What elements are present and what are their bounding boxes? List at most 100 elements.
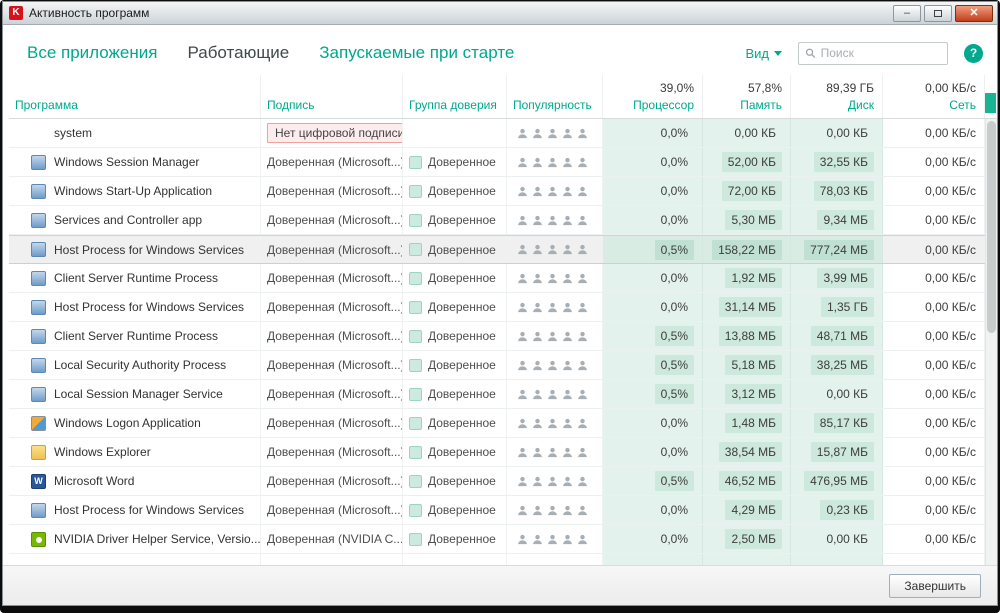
trust-label: Доверенное: [428, 329, 496, 343]
column-header-signature[interactable]: Подпись: [261, 75, 403, 118]
table-row[interactable]: W Microsoft Word Доверенная (Microsoft..…: [9, 467, 985, 496]
trust-label: Доверенное: [428, 387, 496, 401]
column-header-memory[interactable]: 57,8% Память: [703, 75, 791, 118]
person-icon: [517, 215, 528, 226]
cpu-cell: 0,0%: [603, 177, 703, 205]
tab-run-at-startup[interactable]: Запускаемые при старте: [319, 43, 514, 63]
table-row[interactable]: Services and Controller app Доверенная (…: [9, 206, 985, 235]
person-icon: [547, 273, 558, 284]
network-cell: 0,00 КБ/с: [883, 264, 985, 292]
program-cell: Services and Controller app: [9, 206, 261, 234]
table-row[interactable]: Host Process for Windows Services Довере…: [9, 496, 985, 525]
tab-all-applications[interactable]: Все приложения: [27, 43, 157, 63]
network-value: 0,00 КБ/с: [925, 358, 976, 372]
cpu-value: 0,5%: [655, 355, 694, 375]
person-icon: [547, 476, 558, 487]
app-icon: W: [31, 474, 46, 489]
title-bar[interactable]: K Активность программ – ✕: [3, 2, 997, 25]
scrollbar-thumb[interactable]: [987, 121, 996, 333]
network-value: 0,00 КБ/с: [925, 126, 976, 140]
program-name: Client Server Runtime Process: [54, 271, 218, 285]
column-header-popularity[interactable]: Популярность: [507, 75, 603, 118]
memory-cell: 5,18 МБ: [703, 351, 791, 379]
disk-value: 9,34 МБ: [817, 210, 874, 230]
search-box[interactable]: [798, 42, 948, 65]
person-icon: [562, 128, 573, 139]
cpu-value: 0,5%: [655, 471, 694, 491]
trust-group-cell: Доверенное: [403, 438, 507, 466]
person-icon: [577, 505, 588, 516]
table-row[interactable]: Windows Session Manager Доверенная (Micr…: [9, 148, 985, 177]
signature-cell: Доверенная (Microsoft...): [261, 264, 403, 292]
table-row[interactable]: Local Security Authority Process Доверен…: [9, 351, 985, 380]
popularity-cell: [507, 496, 603, 524]
cpu-value: 0,5%: [655, 384, 694, 404]
signature-text: Доверенная (Microsoft...): [267, 503, 403, 517]
trust-checkbox-icon: [409, 301, 422, 314]
help-button[interactable]: ?: [964, 44, 983, 63]
table-row[interactable]: Windows Start-Up Application Доверенная …: [9, 177, 985, 206]
disk-cell: 476,95 МБ: [791, 467, 883, 495]
trust-checkbox-icon: [409, 243, 422, 256]
person-icon: [532, 215, 543, 226]
memory-value: 5,30 МБ: [725, 210, 782, 230]
cpu-value: 0,0%: [655, 529, 694, 549]
disk-value: 0,23 КБ: [820, 500, 874, 520]
signature-cell: Доверенная (Microsoft...): [261, 177, 403, 205]
person-icon: [517, 476, 528, 487]
signature-text: Доверенная (Microsoft...): [267, 358, 403, 372]
column-header-network[interactable]: 0,00 КБ/с Сеть: [883, 75, 985, 118]
popularity-cell: [507, 264, 603, 292]
cpu-cell: 0,0%: [603, 496, 703, 524]
person-icon: [562, 302, 573, 313]
minimize-button[interactable]: –: [893, 5, 921, 22]
network-cell: 0,00 КБ/с: [883, 496, 985, 524]
trust-label: Доверенное: [428, 213, 496, 227]
person-icon: [577, 331, 588, 342]
program-name: Services and Controller app: [54, 213, 202, 227]
popularity-cell: [507, 206, 603, 234]
disk-value: 48,71 МБ: [811, 326, 874, 346]
table-row[interactable]: Windows Explorer Доверенная (Microsoft..…: [9, 438, 985, 467]
table-rows: system Нет цифровой подписи 0,0% 0,00 КБ…: [9, 119, 985, 565]
trust-label: Доверенное: [428, 155, 496, 169]
table-row[interactable]: system Нет цифровой подписи 0,0% 0,00 КБ…: [9, 119, 985, 148]
network-cell: 0,00 КБ/с: [883, 380, 985, 408]
person-icon: [517, 331, 528, 342]
person-icon: [562, 186, 573, 197]
table-options-button[interactable]: [985, 93, 996, 113]
table-row[interactable]: Windows Logon Application Доверенная (Mi…: [9, 409, 985, 438]
disk-value: 15,87 МБ: [811, 442, 874, 462]
column-header-program[interactable]: Программа: [9, 75, 261, 118]
trust-checkbox-icon: [409, 504, 422, 517]
tab-running[interactable]: Работающие: [187, 43, 289, 63]
vertical-scrollbar[interactable]: [985, 119, 997, 565]
search-input[interactable]: [821, 46, 941, 60]
close-button[interactable]: ✕: [955, 5, 993, 22]
person-icon: [532, 418, 543, 429]
column-header-disk[interactable]: 89,39 ГБ Диск: [791, 75, 883, 118]
table-row[interactable]: Client Server Runtime Process Доверенная…: [9, 322, 985, 351]
table-row[interactable]: Local Session Manager Service Доверенная…: [9, 380, 985, 409]
view-dropdown[interactable]: Вид: [745, 46, 782, 61]
column-header-trust-group[interactable]: Группа доверия: [403, 75, 507, 118]
trust-group-cell: Доверенное: [403, 351, 507, 379]
table-row[interactable]: NVIDIA Driver Helper Service, Versio... …: [9, 525, 985, 554]
maximize-icon: [934, 10, 942, 17]
person-icon: [517, 389, 528, 400]
person-icon: [547, 302, 558, 313]
column-header-cpu[interactable]: 39,0% Процессор: [603, 75, 703, 118]
table-row[interactable]: Host Process for Windows Services Довере…: [9, 293, 985, 322]
network-value: 0,00 КБ/с: [925, 243, 976, 257]
terminate-button[interactable]: Завершить: [889, 574, 981, 598]
person-icon: [577, 186, 588, 197]
signature-cell: Доверенная (Microsoft...): [261, 293, 403, 321]
table-row[interactable]: Client Server Runtime Process Доверенная…: [9, 264, 985, 293]
table-row[interactable]: Host Process for Windows Services Довере…: [9, 235, 985, 264]
person-icon: [562, 476, 573, 487]
maximize-button[interactable]: [924, 5, 952, 22]
person-icon: [532, 534, 543, 545]
trust-group-cell: Доверенное: [403, 148, 507, 176]
cpu-value: 0,0%: [655, 123, 694, 143]
app-icon: [31, 213, 46, 228]
